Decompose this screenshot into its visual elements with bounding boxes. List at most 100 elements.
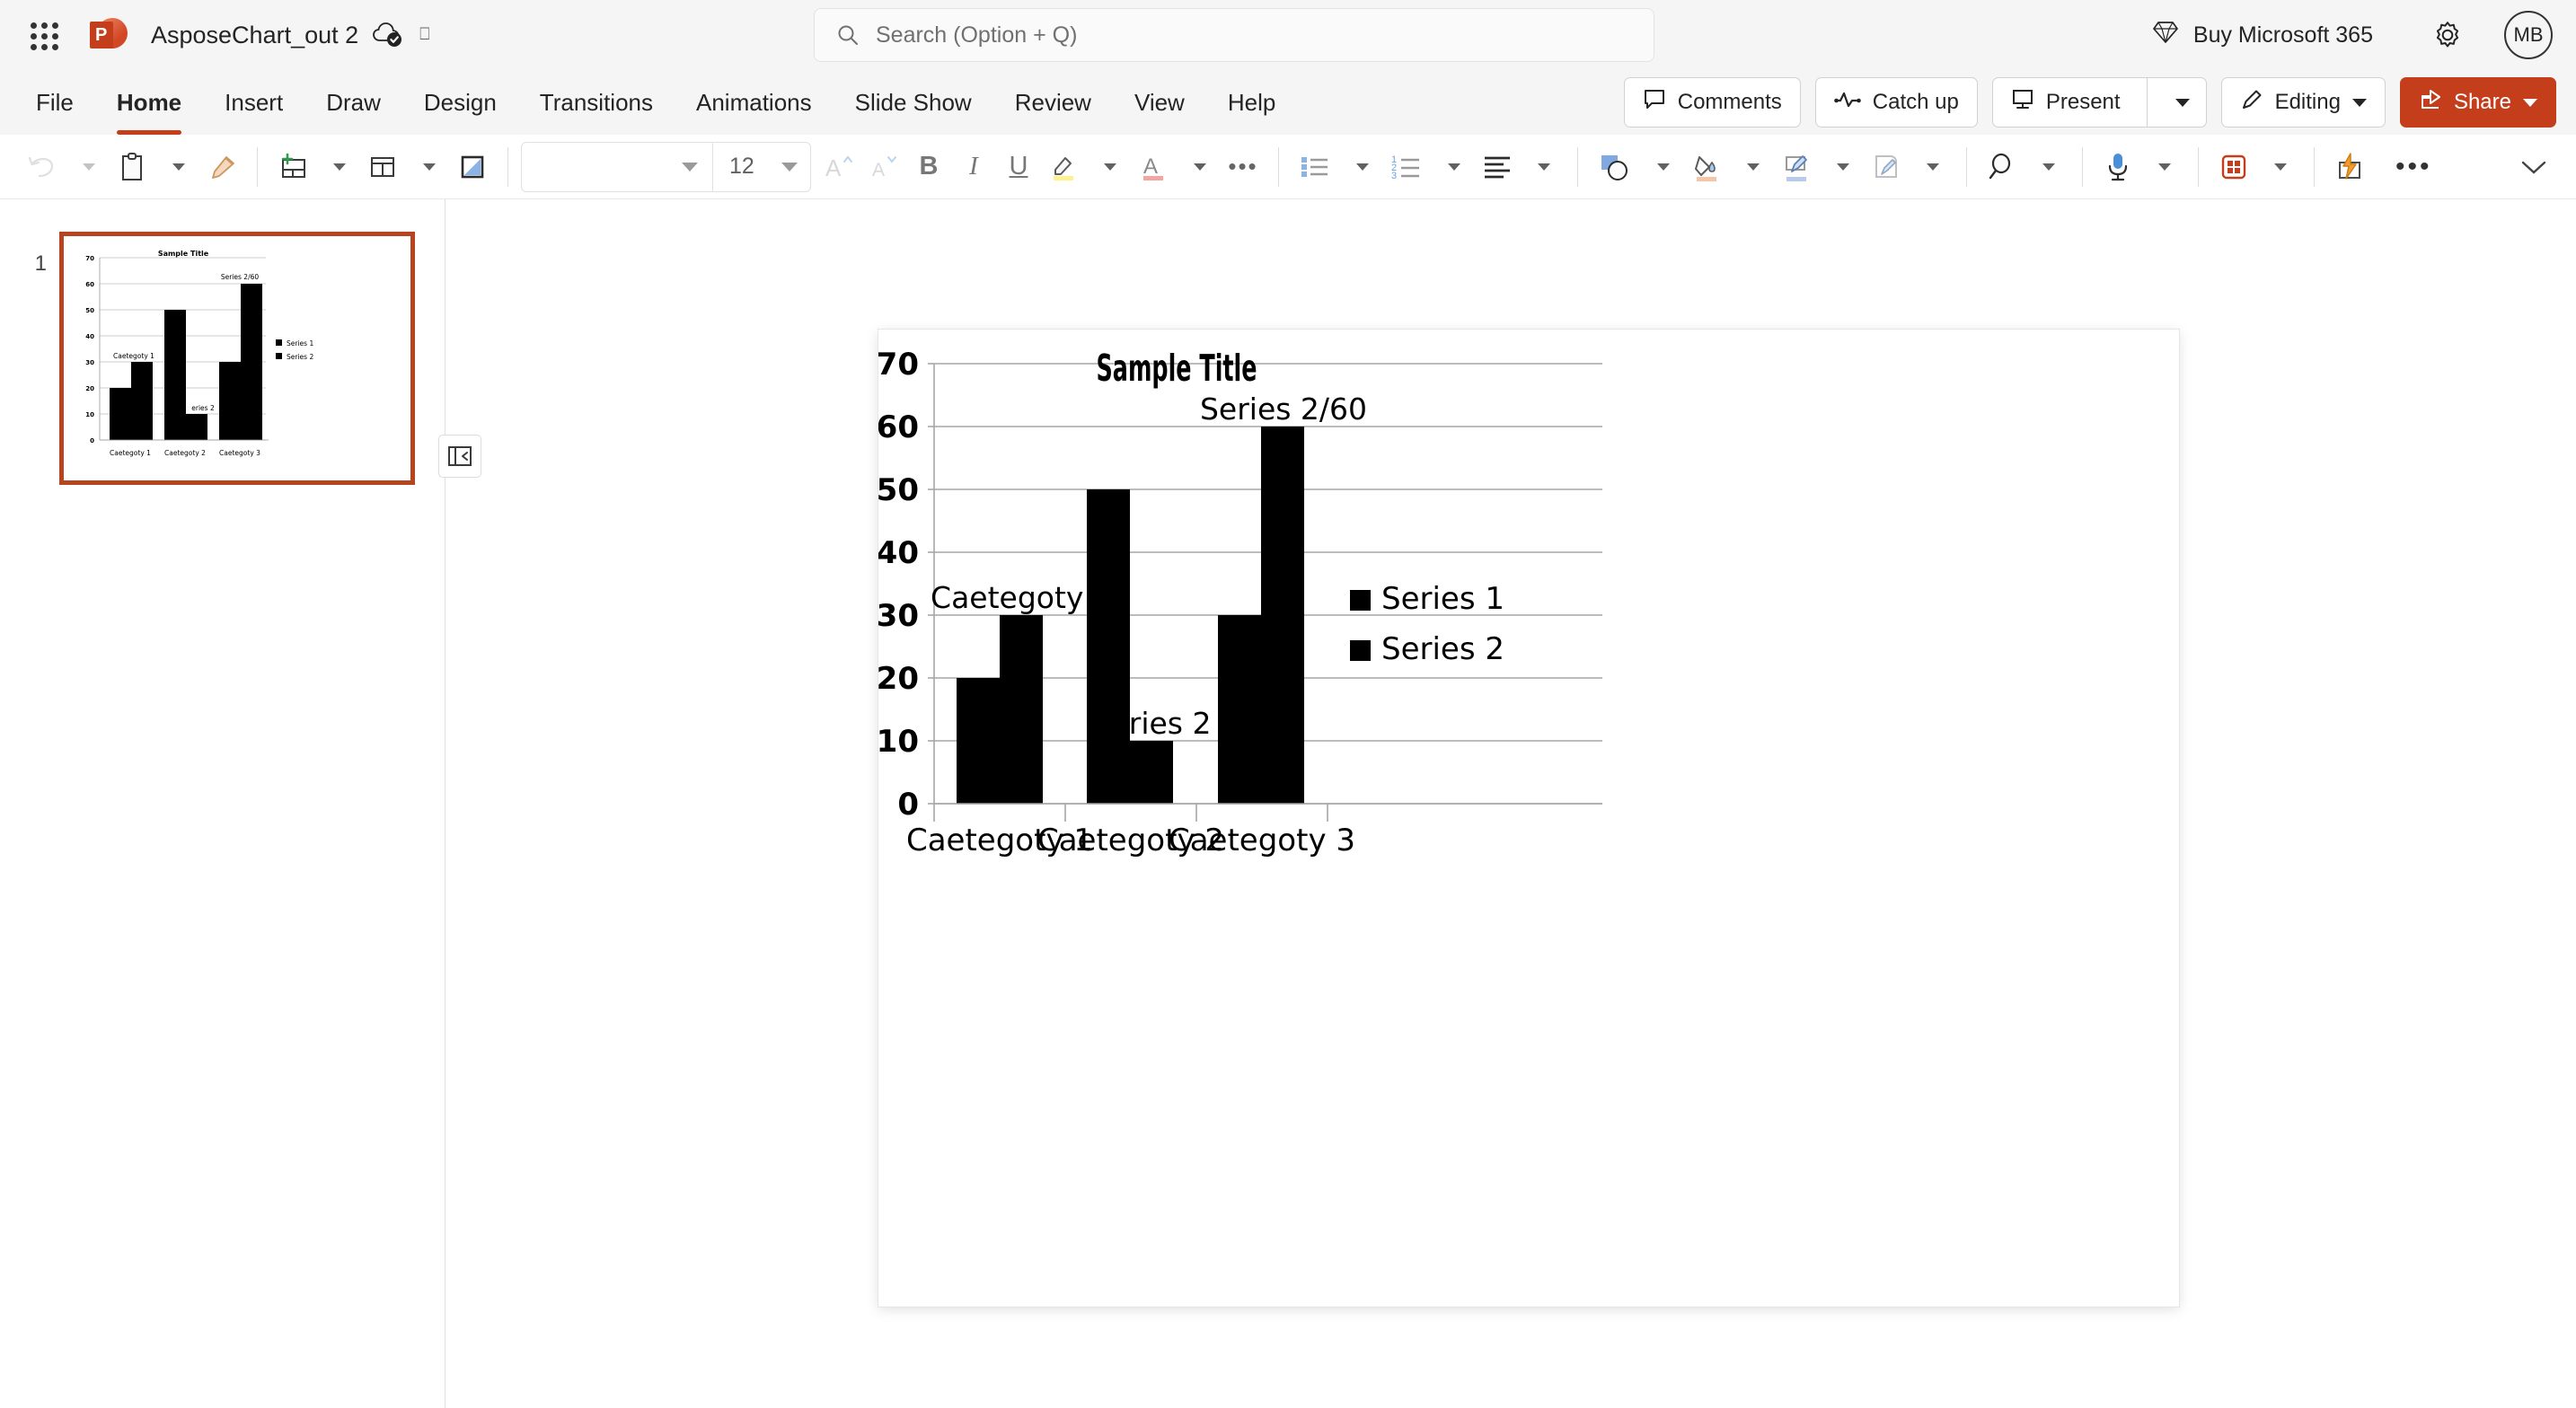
editing-mode-button[interactable]: Editing bbox=[2220, 77, 2386, 128]
titlebar-right-group: Buy Microsoft 365 MB bbox=[2152, 11, 2553, 59]
tab-draw[interactable]: Draw bbox=[308, 82, 399, 124]
collapse-thumbnail-pane-button[interactable] bbox=[438, 435, 481, 478]
find-replace-button[interactable] bbox=[1980, 143, 2025, 191]
svg-text:Caetegoty 1: Caetegoty 1 bbox=[931, 580, 1112, 615]
search-icon bbox=[836, 23, 860, 47]
bullet-list-button[interactable] bbox=[1292, 143, 1338, 191]
svg-text:70: 70 bbox=[85, 255, 94, 262]
app-launcher-icon[interactable] bbox=[23, 15, 63, 55]
shape-effects-dropdown-caret[interactable] bbox=[1909, 143, 1954, 191]
catch-up-button[interactable]: Catch up bbox=[1814, 77, 1978, 128]
font-controls: 12 bbox=[521, 141, 811, 192]
ribbon-collapse-caret[interactable] bbox=[2511, 143, 2556, 191]
comments-label: Comments bbox=[1677, 90, 1782, 114]
align-text-button[interactable] bbox=[1475, 143, 1520, 191]
reset-slide-button[interactable] bbox=[450, 143, 495, 191]
undo-button[interactable] bbox=[20, 143, 65, 191]
paste-button[interactable] bbox=[110, 143, 154, 191]
underline-button[interactable]: U bbox=[996, 143, 1041, 191]
shape-outline-button[interactable] bbox=[1774, 143, 1819, 191]
bold-label: B bbox=[919, 152, 939, 180]
font-size-value: 12 bbox=[729, 154, 754, 179]
dictate-dropdown-caret[interactable] bbox=[2140, 143, 2185, 191]
shapes-button[interactable] bbox=[1591, 143, 1639, 191]
tab-animations[interactable]: Animations bbox=[678, 82, 830, 124]
toolbar-divider-4 bbox=[1577, 146, 1578, 187]
bullet-list-dropdown-caret[interactable] bbox=[1338, 143, 1383, 191]
document-title[interactable]: AsposeChart_out 2 bbox=[151, 22, 358, 49]
tab-view[interactable]: View bbox=[1116, 82, 1203, 124]
text-highlight-dropdown-caret[interactable] bbox=[1086, 143, 1131, 191]
shape-outline-dropdown-caret[interactable] bbox=[1819, 143, 1864, 191]
slide-thumbnail-1[interactable]: 706050 403020 100 Sample Title Seri bbox=[59, 232, 415, 485]
tab-home[interactable]: Home bbox=[99, 82, 199, 135]
svg-text:20: 20 bbox=[85, 385, 94, 392]
font-color-dropdown-caret[interactable] bbox=[1176, 143, 1221, 191]
tab-file[interactable]: File bbox=[18, 82, 92, 124]
settings-gear-icon[interactable] bbox=[2423, 11, 2472, 59]
pin-icon[interactable]: ⎕ bbox=[419, 25, 429, 45]
format-toolbar: 12 A A B I U A ••• 1 2 3 ••• bbox=[0, 135, 2576, 199]
svg-text:Series 1: Series 1 bbox=[1381, 581, 1504, 617]
new-slide-dropdown-caret[interactable] bbox=[315, 143, 360, 191]
svg-text:Sample Title: Sample Title bbox=[1097, 347, 1257, 390]
present-button[interactable]: Present bbox=[1991, 77, 2207, 128]
svg-text:40: 40 bbox=[85, 333, 94, 340]
numbered-list-button[interactable]: 1 2 3 bbox=[1383, 143, 1430, 191]
tab-design[interactable]: Design bbox=[406, 82, 515, 124]
comment-bubble-icon bbox=[1643, 88, 1666, 118]
tab-help[interactable]: Help bbox=[1210, 82, 1293, 124]
present-dropdown-caret[interactable] bbox=[2159, 98, 2206, 107]
saved-to-cloud-icon[interactable] bbox=[373, 22, 403, 48]
share-button[interactable]: Share bbox=[2399, 77, 2556, 128]
svg-text:40: 40 bbox=[878, 535, 919, 571]
numbered-list-dropdown-caret[interactable] bbox=[1430, 143, 1475, 191]
decrease-font-size-button[interactable]: A bbox=[861, 143, 906, 191]
bold-button[interactable]: B bbox=[906, 143, 951, 191]
undo-dropdown-caret[interactable] bbox=[65, 143, 110, 191]
font-size-input[interactable]: 12 bbox=[713, 142, 810, 192]
comments-button[interactable]: Comments bbox=[1623, 77, 1801, 128]
tab-review[interactable]: Review bbox=[997, 82, 1109, 124]
shape-effects-button[interactable] bbox=[1864, 143, 1909, 191]
toolbar-divider-6 bbox=[2082, 146, 2083, 187]
tab-insert[interactable]: Insert bbox=[207, 82, 301, 124]
text-highlight-color-button[interactable] bbox=[1041, 143, 1086, 191]
svg-text:20: 20 bbox=[878, 661, 919, 697]
shapes-dropdown-caret[interactable] bbox=[1639, 143, 1684, 191]
bar-chart[interactable]: 70 60 50 40 30 20 10 0 Sample Title Seri… bbox=[878, 330, 2179, 1307]
tab-transitions[interactable]: Transitions bbox=[522, 82, 671, 124]
tab-slide-show[interactable]: Slide Show bbox=[837, 82, 990, 124]
slide-surface[interactable]: 70 60 50 40 30 20 10 0 Sample Title Seri… bbox=[878, 330, 2179, 1307]
designer-dropdown-caret[interactable] bbox=[2256, 143, 2301, 191]
workspace: 1 70 60 50 40 30 20 10 0 Sample Title Se… bbox=[0, 199, 2576, 1408]
toolbar-divider-7 bbox=[2198, 146, 2199, 187]
toolbar-divider-8 bbox=[2314, 146, 2315, 187]
font-name-input[interactable] bbox=[522, 142, 712, 192]
paste-dropdown-caret[interactable] bbox=[154, 143, 199, 191]
slide-layout-button[interactable] bbox=[360, 143, 405, 191]
slide-layout-dropdown-caret[interactable] bbox=[405, 143, 450, 191]
svg-text:Series 2: Series 2 bbox=[1381, 631, 1504, 667]
user-avatar[interactable]: MB bbox=[2504, 11, 2553, 59]
shape-fill-dropdown-caret[interactable] bbox=[1729, 143, 1774, 191]
svg-text:30: 30 bbox=[85, 359, 94, 366]
find-replace-dropdown-caret[interactable] bbox=[2025, 143, 2069, 191]
quick-actions-button[interactable] bbox=[2327, 143, 2372, 191]
dictate-button[interactable] bbox=[2095, 143, 2140, 191]
toolbar-overflow-button[interactable]: ••• bbox=[2388, 143, 2439, 191]
pencil-icon bbox=[2240, 88, 2263, 118]
designer-button[interactable] bbox=[2211, 143, 2256, 191]
more-font-options-button[interactable]: ••• bbox=[1221, 143, 1266, 191]
search-input[interactable]: Search (Option + Q) bbox=[814, 8, 1654, 62]
format-painter-button[interactable] bbox=[199, 143, 244, 191]
align-text-dropdown-caret[interactable] bbox=[1520, 143, 1565, 191]
shape-fill-button[interactable] bbox=[1684, 143, 1729, 191]
increase-font-size-button[interactable]: A bbox=[816, 143, 861, 191]
new-slide-button[interactable] bbox=[270, 143, 315, 191]
svg-text:Series 2: Series 2 bbox=[287, 353, 313, 361]
buy-microsoft-365-button[interactable]: Buy Microsoft 365 bbox=[2152, 20, 2373, 51]
font-color-button[interactable]: A bbox=[1131, 143, 1176, 191]
more-font-options-label: ••• bbox=[1228, 153, 1258, 180]
italic-button[interactable]: I bbox=[951, 143, 996, 191]
